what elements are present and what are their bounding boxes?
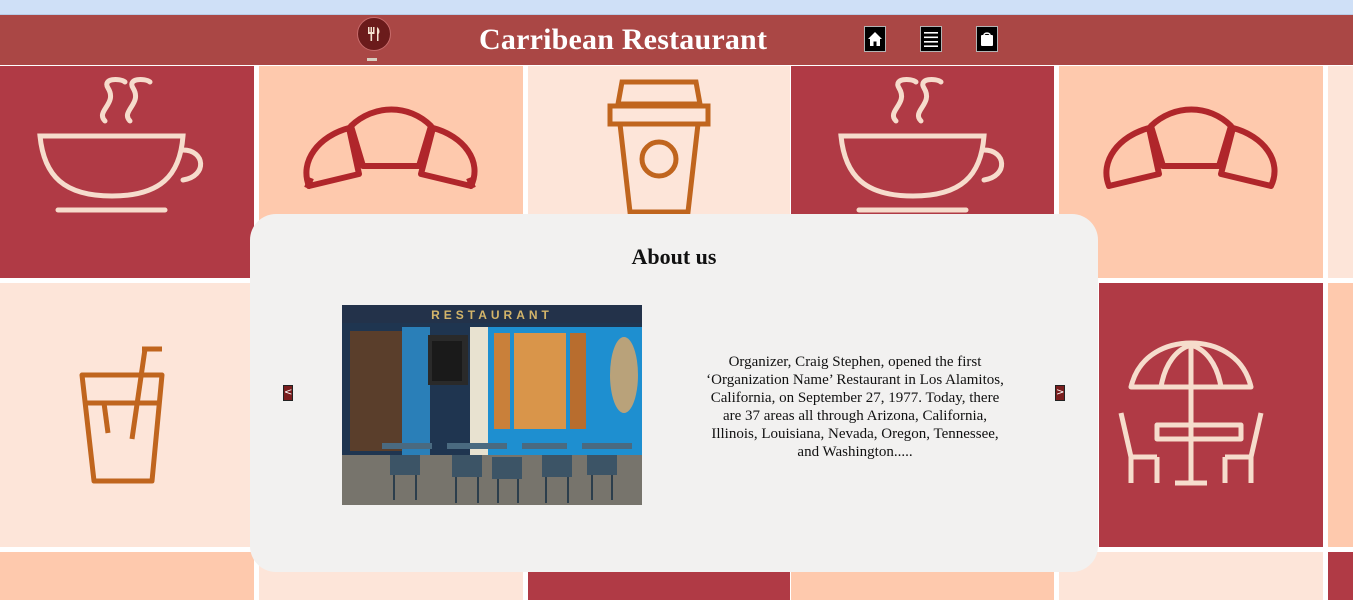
- slider-next-button[interactable]: >: [1055, 385, 1065, 401]
- tile-patio-table: [1099, 283, 1323, 547]
- about-title: About us: [631, 244, 717, 269]
- coffee-cup-icon: [37, 77, 204, 213]
- nav-home-button[interactable]: [864, 26, 886, 52]
- menu-lines-icon: [924, 32, 938, 47]
- about-description: Organizer, Craig Stephen, opened the fir…: [706, 354, 1004, 460]
- logo-stand-icon: [367, 58, 377, 61]
- tile-iced-drink: [0, 283, 254, 547]
- tile-bottom-6: [1328, 552, 1353, 600]
- nav-menu-button[interactable]: [920, 26, 942, 52]
- slider-prev-button[interactable]: <: [283, 385, 293, 401]
- tile-bottom-1: [0, 552, 254, 600]
- restaurant-storefront-image: RESTAURANT: [342, 305, 642, 505]
- about-card: About us < RESTAURANT Organizer, Craig S…: [250, 214, 1098, 572]
- tile-coffee-cup: [0, 66, 254, 278]
- image-sign-text: RESTAURANT: [431, 308, 553, 322]
- browser-bookmarks-strip: [0, 0, 1353, 15]
- iced-drink-icon: [79, 346, 165, 484]
- site-title: Carribean Restaurant: [479, 23, 768, 56]
- site-header: Carribean Restaurant: [0, 15, 1353, 65]
- home-icon: [868, 32, 882, 46]
- tile-croissant-2: [1059, 66, 1323, 278]
- tile-edge-mid: [1328, 283, 1353, 547]
- fork-knife-icon: [368, 27, 380, 41]
- croissant-icon: [1103, 106, 1278, 189]
- tile-bottom-5: [1059, 552, 1323, 600]
- patio-table-umbrella-icon: [1118, 340, 1264, 486]
- tile-edge-top: [1328, 66, 1353, 278]
- bag-icon: [981, 32, 993, 46]
- logo[interactable]: [357, 17, 391, 51]
- nav-bag-button[interactable]: [976, 26, 998, 52]
